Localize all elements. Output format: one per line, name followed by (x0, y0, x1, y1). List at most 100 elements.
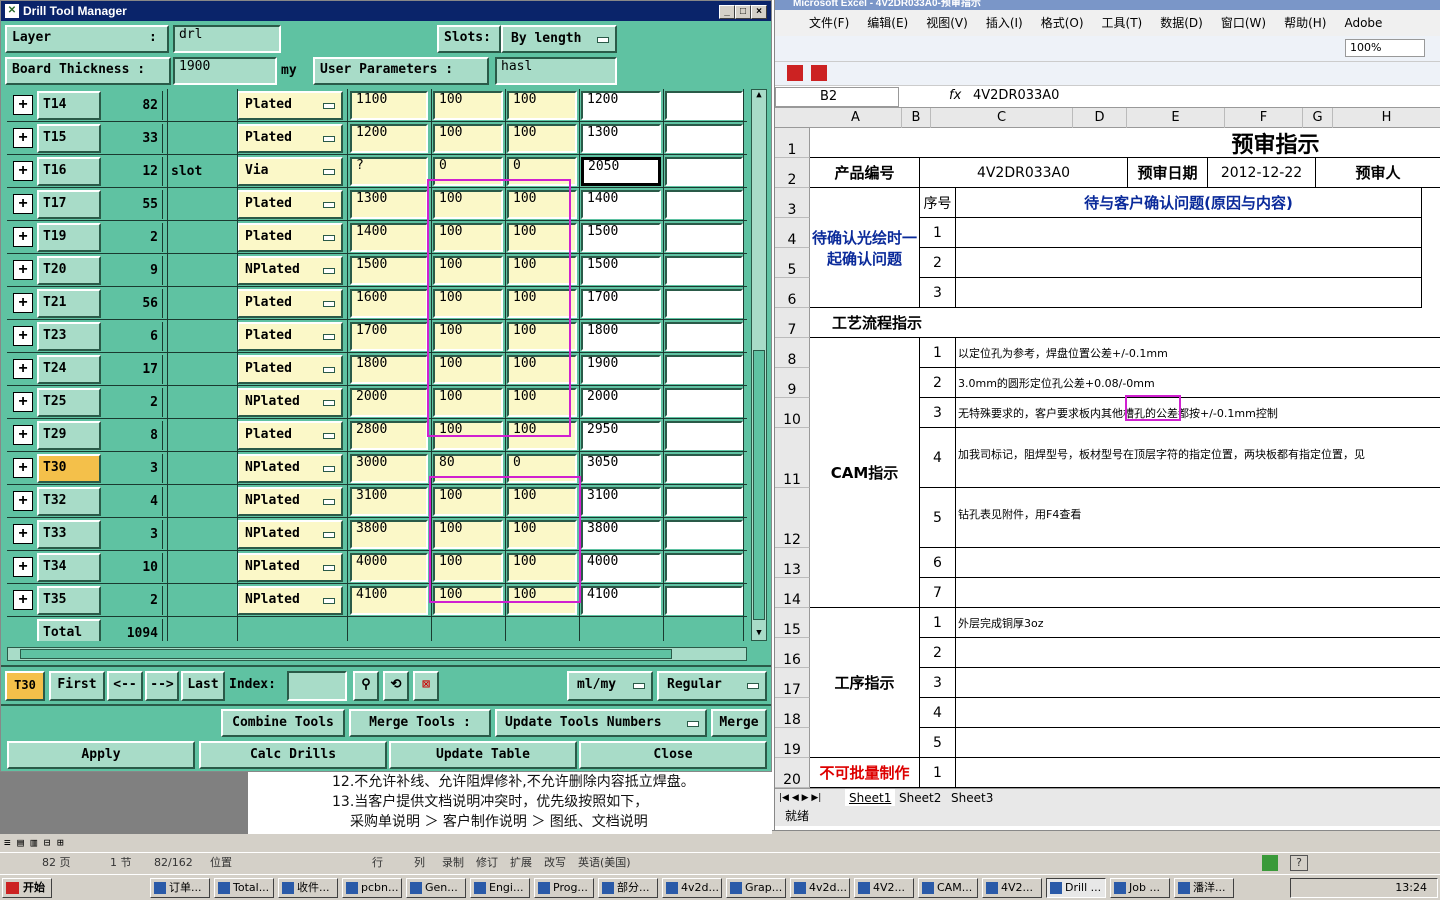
tol-plus-input[interactable]: 100 (433, 190, 503, 219)
horizontal-scrollbar[interactable] (7, 647, 747, 661)
finished-size-input[interactable]: 2800 (350, 421, 428, 450)
tool-name-button[interactable]: T29 (37, 421, 101, 450)
tol-plus-input[interactable]: 100 (433, 223, 503, 252)
taskbar-item[interactable]: pcbn... (342, 878, 402, 898)
process-item[interactable]: 外层完成铜厚3oz (956, 608, 1440, 638)
tol-minus-input[interactable]: 100 (507, 190, 577, 219)
seq-cell[interactable]: 1 (920, 758, 956, 788)
tol-plus-input[interactable]: 100 (433, 91, 503, 120)
column-header[interactable]: G (1303, 108, 1333, 128)
row-header[interactable]: 10 (775, 398, 810, 428)
drill-size-input[interactable]: 3800 (581, 520, 661, 549)
tool-name-button[interactable]: T19 (37, 223, 101, 252)
extra-input[interactable] (665, 91, 743, 120)
drill-size-input[interactable]: 1800 (581, 322, 661, 351)
reviewer-label[interactable]: 预审人 (1316, 158, 1440, 188)
drill-size-input[interactable]: 1500 (581, 256, 661, 285)
tol-minus-input[interactable]: 100 (507, 256, 577, 285)
help-icon[interactable]: ? (1290, 855, 1308, 871)
drill-size-input[interactable]: 3100 (581, 487, 661, 516)
extra-input[interactable] (665, 421, 743, 450)
seq-cell[interactable]: 4 (920, 428, 956, 488)
cam-item[interactable]: 加我司标记，阻焊型号，板材型号在顶层字符的指定位置，两块板都有指定位置，见 (956, 428, 1440, 488)
menu-item[interactable]: 视图(V) (926, 16, 968, 30)
column-header[interactable]: E (1127, 108, 1225, 128)
tol-minus-input[interactable]: 100 (507, 322, 577, 351)
taskbar-item[interactable]: 部分... (598, 878, 658, 898)
tool-name-button[interactable]: T14 (37, 91, 101, 120)
plating-dropdown[interactable]: NPlated (237, 586, 343, 615)
date-value[interactable]: 2012-12-22 (1208, 158, 1316, 188)
tool-name-button[interactable]: T35 (37, 586, 101, 615)
row-header[interactable]: 11 (775, 428, 810, 488)
plating-dropdown[interactable]: Plated (237, 190, 343, 219)
expand-row-icon[interactable]: + (13, 326, 33, 346)
expand-row-icon[interactable]: + (13, 95, 33, 115)
seq-cell[interactable]: 3 (920, 398, 956, 428)
menu-item[interactable]: 窗口(W) (1221, 16, 1266, 30)
extra-input[interactable] (665, 388, 743, 417)
row-header[interactable]: 7 (775, 308, 810, 338)
menu-item[interactable]: 编辑(E) (867, 16, 908, 30)
plating-dropdown[interactable]: NPlated (237, 520, 343, 549)
pdf-email-icon[interactable] (811, 65, 827, 81)
cam-item[interactable]: 无特殊要求的，客户要求板内其他槽孔的公差都按+/-0.1mm控制 (956, 398, 1440, 428)
expand-row-icon[interactable]: + (13, 524, 33, 544)
spellcheck-icon[interactable] (1262, 855, 1278, 871)
drill-size-input[interactable]: 3050 (581, 454, 661, 483)
expand-row-icon[interactable]: + (13, 293, 33, 313)
calc-drills-button[interactable]: Calc Drills (199, 741, 387, 769)
taskbar-item[interactable]: CAM... (918, 878, 978, 898)
last-button[interactable]: Last (181, 671, 225, 701)
expand-row-icon[interactable]: + (13, 425, 33, 445)
tol-plus-input[interactable]: 100 (433, 586, 503, 615)
tol-plus-input[interactable]: 100 (433, 553, 503, 582)
update-table-button[interactable]: Update Table (389, 741, 577, 769)
cam-item[interactable]: 以定位孔为参考，焊盘位置公差+/-0.1mm (956, 338, 1440, 368)
index-input[interactable] (287, 671, 347, 701)
flow-label[interactable]: 工艺流程指示 (810, 308, 1440, 338)
seq-cell[interactable]: 2 (920, 368, 956, 398)
tool-name-button[interactable]: T17 (37, 190, 101, 219)
tool-name-button[interactable]: T34 (37, 553, 101, 582)
seq-label[interactable]: 序号 (920, 188, 956, 218)
sheet-nav-icon[interactable]: |◀ ◀ ▶ ▶| (779, 789, 821, 807)
finished-size-input[interactable]: 1300 (350, 190, 428, 219)
delete-icon[interactable]: ⊠ (413, 671, 439, 701)
taskbar-item[interactable]: 收件... (278, 878, 338, 898)
tol-minus-input[interactable]: 100 (507, 223, 577, 252)
plating-dropdown[interactable]: Plated (237, 124, 343, 153)
tol-minus-input[interactable]: 100 (507, 124, 577, 153)
row-header[interactable]: 9 (775, 368, 810, 398)
expand-row-icon[interactable]: + (13, 458, 33, 478)
plating-dropdown[interactable]: NPlated (237, 553, 343, 582)
drill-size-input[interactable]: 1200 (581, 91, 661, 120)
tool-name-button[interactable]: T15 (37, 124, 101, 153)
update-tools-numbers-dropdown[interactable]: Update Tools Numbers (495, 709, 707, 737)
content-cell[interactable] (956, 758, 1440, 788)
tol-minus-input[interactable]: 100 (507, 553, 577, 582)
tol-plus-input[interactable]: 100 (433, 520, 503, 549)
expand-row-icon[interactable]: + (13, 359, 33, 379)
hscroll-thumb[interactable] (20, 649, 672, 659)
content-cell[interactable] (956, 218, 1422, 248)
name-box[interactable]: B2 (775, 87, 899, 107)
process-item[interactable] (956, 728, 1440, 758)
tol-plus-input[interactable]: 100 (433, 487, 503, 516)
row-header[interactable]: 15 (775, 608, 810, 638)
row-header[interactable]: 19 (775, 728, 810, 758)
extra-input[interactable] (665, 586, 743, 615)
prev-button[interactable]: <-- (107, 671, 143, 701)
content-cell[interactable] (956, 248, 1422, 278)
tol-plus-input[interactable]: 100 (433, 289, 503, 318)
finished-size-input[interactable]: 1200 (350, 124, 428, 153)
finished-size-input[interactable]: 1100 (350, 91, 428, 120)
extra-input[interactable] (665, 487, 743, 516)
product-label[interactable]: 产品编号 (810, 158, 920, 188)
tool-name-button[interactable]: T23 (37, 322, 101, 351)
tool-name-button[interactable]: T20 (37, 256, 101, 285)
expand-row-icon[interactable]: + (13, 392, 33, 412)
expand-row-icon[interactable]: + (13, 161, 33, 181)
tol-minus-input[interactable]: 100 (507, 289, 577, 318)
taskbar-item[interactable]: Engi... (470, 878, 530, 898)
